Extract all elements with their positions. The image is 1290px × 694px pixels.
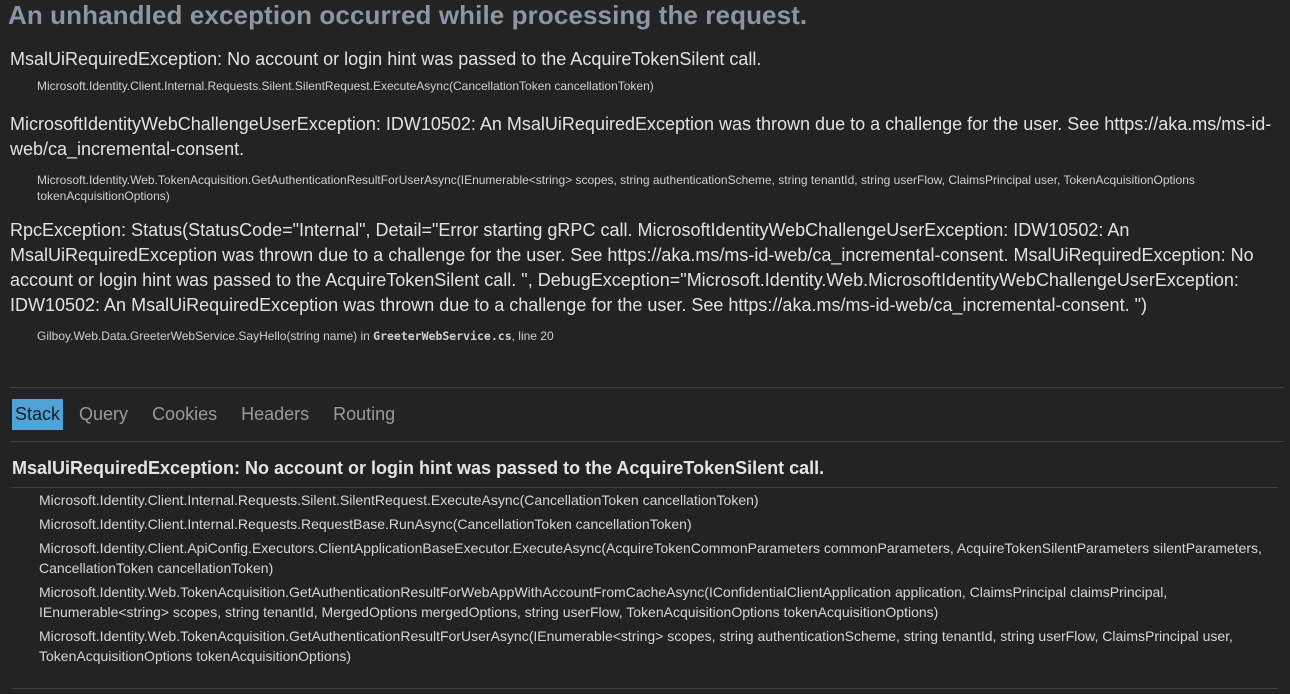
location-method: Gilboy.Web.Data.GreeterWebService.SayHel…	[37, 329, 374, 343]
stack-frame[interactable]: Microsoft.Identity.Client.ApiConfig.Exec…	[39, 538, 1264, 578]
exception-location: Gilboy.Web.Data.GreeterWebService.SayHel…	[10, 328, 1280, 344]
stack-frame[interactable]: Microsoft.Identity.Client.Internal.Reque…	[39, 490, 1264, 510]
tab-cookies[interactable]: Cookies	[150, 399, 219, 430]
divider	[12, 688, 1278, 689]
error-page: An unhandled exception occurred while pr…	[0, 0, 1290, 694]
stack-frame[interactable]: Microsoft.Identity.Web.TokenAcquisition.…	[39, 582, 1264, 622]
exception-summary: MsalUiRequiredException: No account or l…	[10, 47, 1280, 94]
exception-summary: RpcException: Status(StatusCode="Interna…	[10, 218, 1280, 344]
tab-stack[interactable]: Stack	[12, 399, 64, 430]
tab-headers[interactable]: Headers	[239, 399, 311, 430]
page-title: An unhandled exception occurred while pr…	[8, 0, 808, 30]
stack-frame-list: Microsoft.Identity.Client.Internal.Reque…	[39, 490, 1264, 670]
divider	[12, 487, 1278, 488]
stack-exception-title: MsalUiRequiredException: No account or l…	[12, 458, 825, 478]
exception-message: MicrosoftIdentityWebChallengeUserExcepti…	[10, 114, 1272, 159]
stack-frame[interactable]: Microsoft.Identity.Client.Internal.Reque…	[39, 514, 1264, 534]
exception-message: MsalUiRequiredException: No account or l…	[10, 49, 762, 69]
exception-message: RpcException: Status(StatusCode="Interna…	[10, 220, 1254, 315]
exception-location: Microsoft.Identity.Client.Internal.Reque…	[37, 79, 654, 93]
tab-bar: Stack Query Cookies Headers Routing	[12, 398, 417, 431]
tab-routing[interactable]: Routing	[331, 399, 397, 430]
tab-query[interactable]: Query	[77, 399, 130, 430]
stack-frame[interactable]: Microsoft.Identity.Web.TokenAcquisition.…	[39, 626, 1264, 666]
source-file-name: GreeterWebService.cs	[373, 329, 512, 343]
divider	[10, 387, 1284, 388]
exception-location: Microsoft.Identity.Web.TokenAcquisition.…	[37, 173, 1195, 203]
divider	[10, 441, 1284, 442]
exception-summary: MicrosoftIdentityWebChallengeUserExcepti…	[10, 112, 1280, 204]
location-line: , line 20	[511, 329, 554, 343]
